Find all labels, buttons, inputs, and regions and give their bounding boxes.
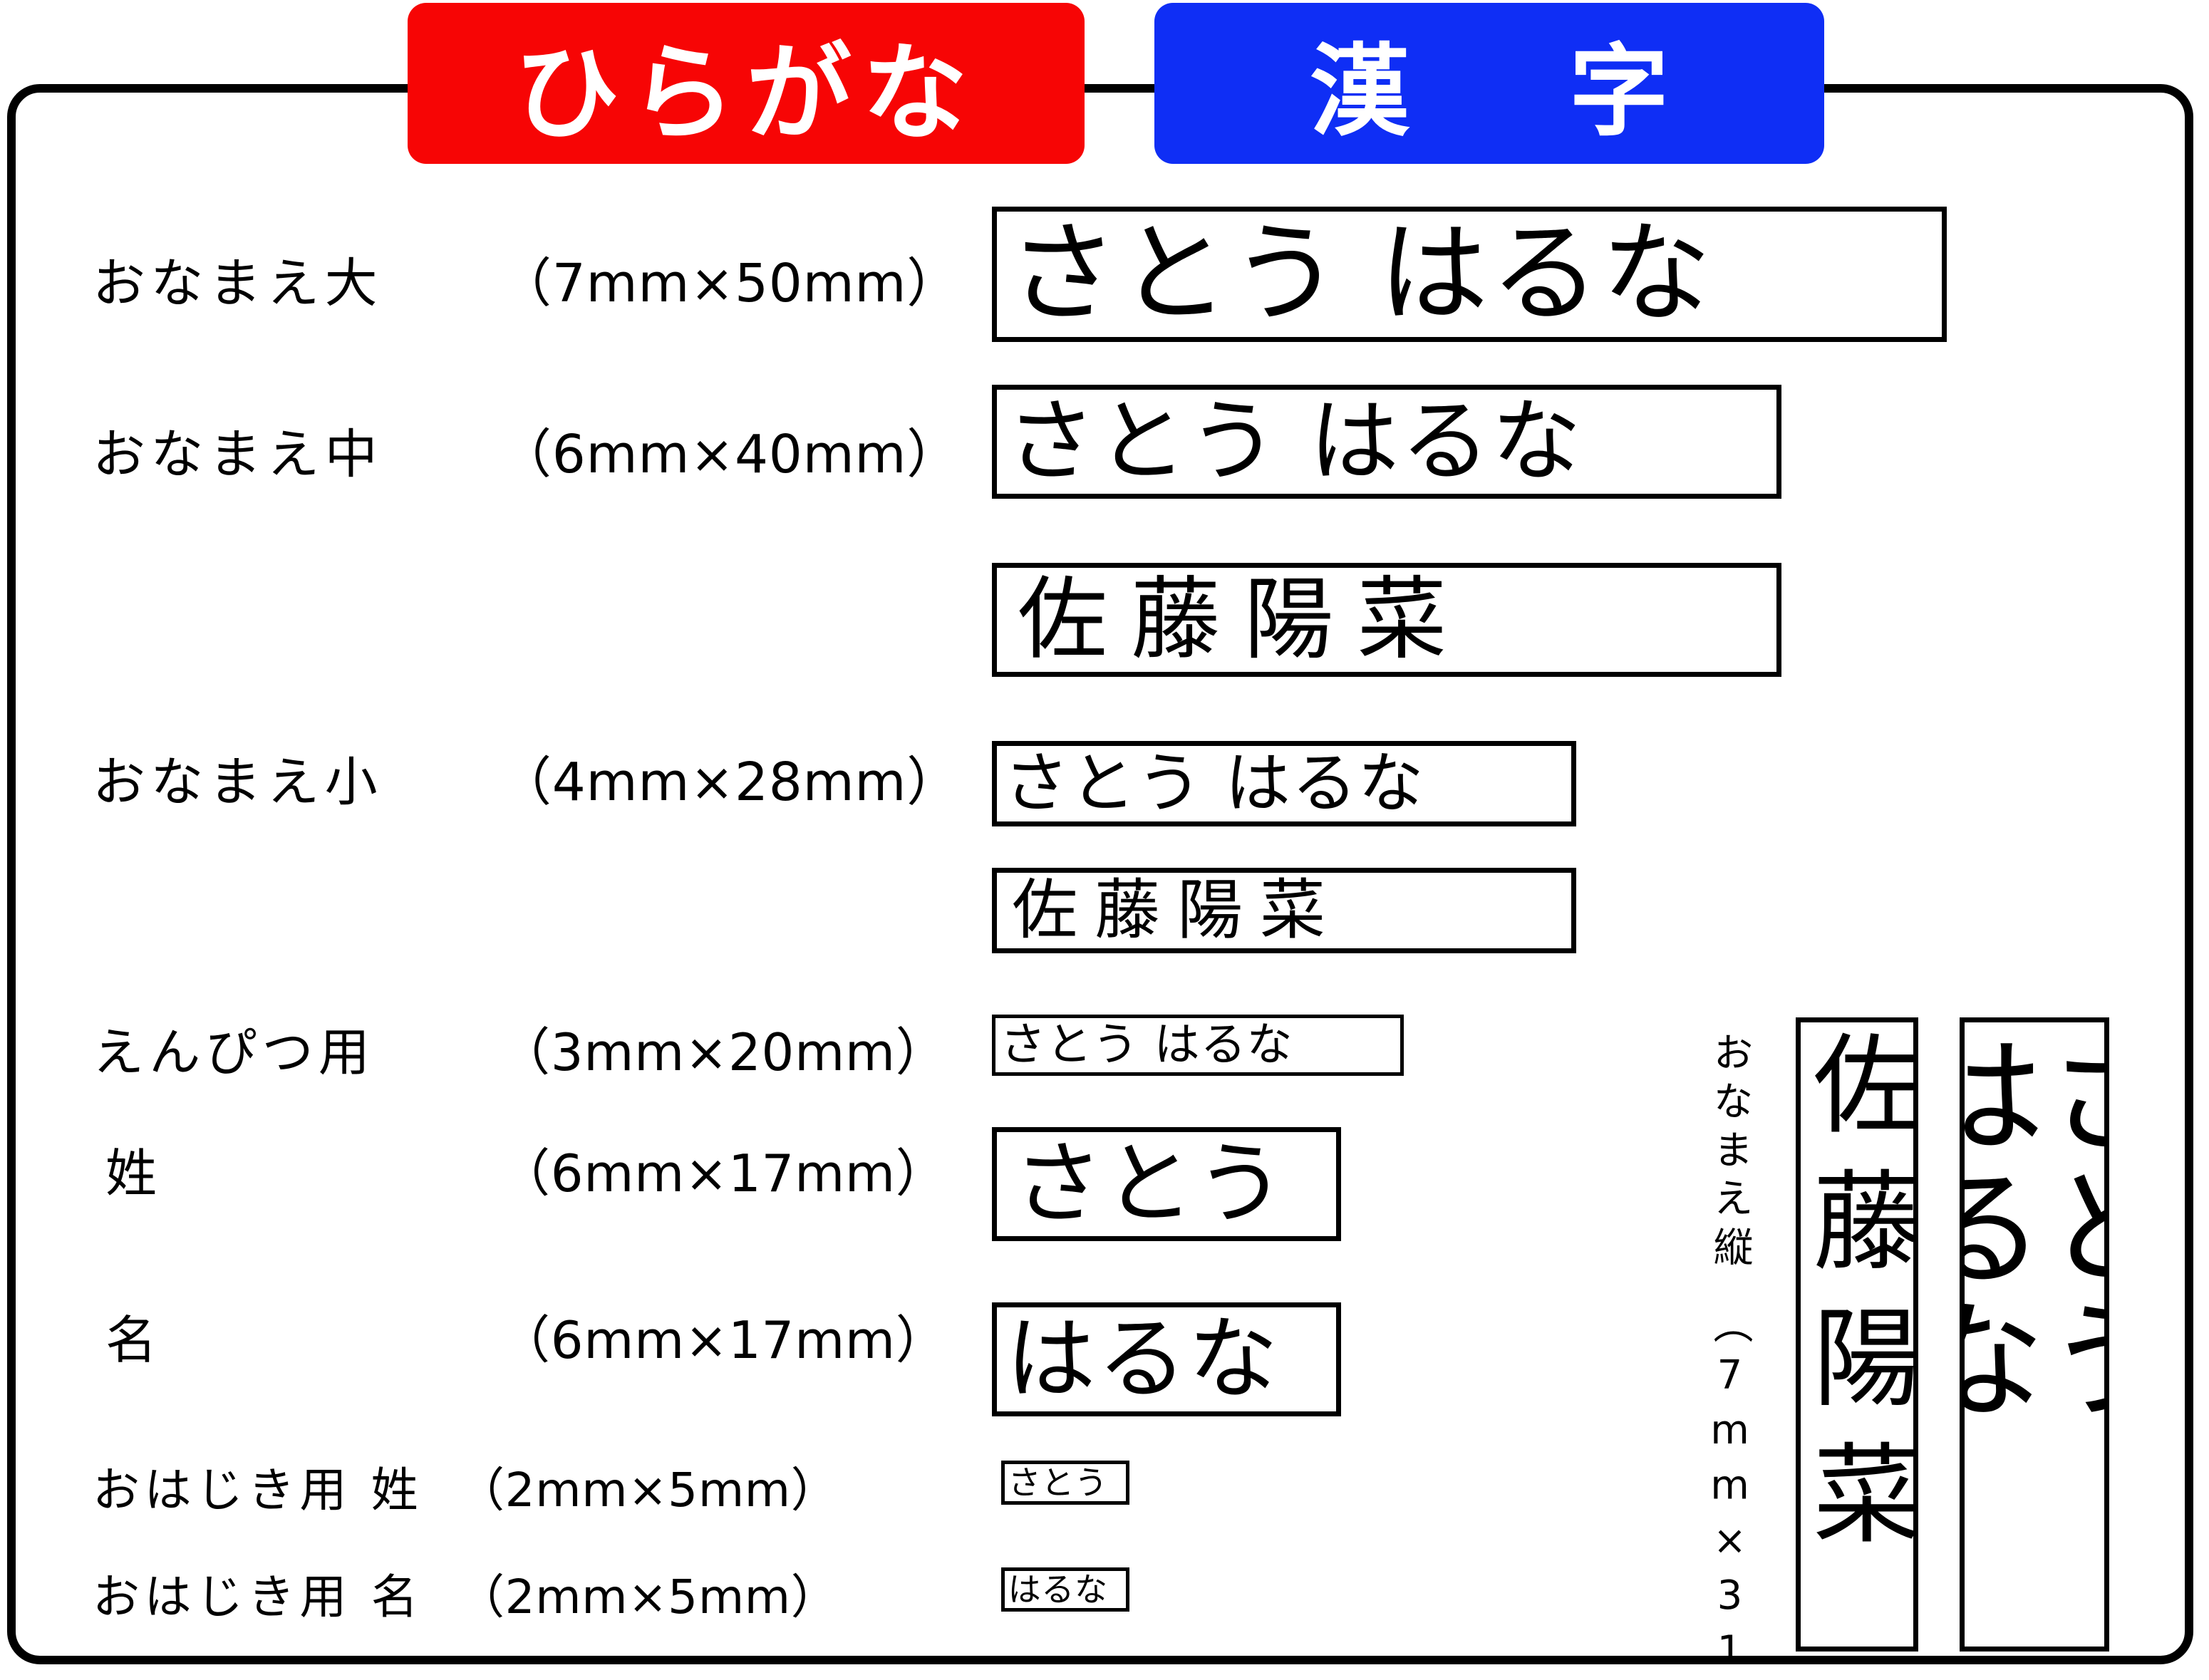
tab-hiragana-label: ひらがな [514,34,978,152]
tab-hiragana[interactable]: ひらがな [408,3,1085,164]
sample-box-onamae-sho-kanji: 佐藤陽菜 [992,868,1576,953]
row-label-onamae-dai-name: おなまえ大 [93,253,383,314]
vertical-caption-dimension: （7mm×31mm） [1707,1303,1753,1680]
row-label-enpitsu-yo-name: えんぴつ用 [93,1022,376,1082]
row-label-onamae-sho-name: おなまえ小 [93,752,383,813]
sample-text-vertical-hiragana: さとう はるな [1960,1028,2109,1425]
sample-box-vertical-kanji: 佐藤陽菜 [1796,1017,1918,1652]
sample-box-onamae-sho-hiragana: さとう はるな [992,741,1576,826]
sample-box-onamae-dai-hiragana: さとう はるな [992,207,1947,342]
sample-box-vertical-hiragana: さとう はるな [1960,1017,2109,1652]
sample-text-sei-hiragana: さとう [1013,1131,1287,1236]
sample-text-ohajiki-mei-hiragana: はるな [1008,1570,1108,1609]
row-label-ohajiki-yo-sei-name: おはじき用 姓 [93,1463,423,1518]
row-label-onamae-chu-dimension: （6mm×40mm） [499,424,960,485]
row-label-ohajiki-yo-mei-dimension: （2mm×5mm） [457,1570,839,1624]
sample-box-sei-hiragana: さとう [992,1127,1341,1241]
row-label-mei-name: 名 [105,1310,162,1370]
vertical-caption: おなまえ縦 （7mm×31mm） [1666,1032,1759,1680]
sample-text-enpitsu-hiragana: さとう はるな [1000,1019,1293,1072]
row-label-mei-dimension: （6mm×17mm） [499,1310,948,1370]
vertical-caption-name: おなまえ縦 [1707,1032,1753,1275]
row-label-enpitsu-yo-dimension: （3mm×20mm） [499,1022,948,1082]
sample-box-onamae-chu-hiragana: さとう はるな [992,385,1781,499]
row-label-ohajiki-yo-mei: おはじき用 名 （2mm×5mm） [93,1559,838,1627]
row-label-ohajiki-yo-mei-name: おはじき用 名 [93,1570,423,1624]
row-label-onamae-dai: おなまえ大 （7mm×50mm） [93,241,960,317]
sample-text-onamae-dai-hiragana: さとう はるな [1008,210,1713,338]
product-sample-sheet: ひらがな 漢 字 おなまえ大 （7mm×50mm） おなまえ中 （6mm×40m… [0,0,2209,1680]
row-label-onamae-dai-dimension: （7mm×50mm） [499,253,960,314]
row-label-mei: 名 （6mm×17mm） [105,1298,948,1373]
sample-text-onamae-chu-hiragana: さとう はるな [1005,389,1583,494]
row-label-sei-name: 姓 [105,1144,162,1203]
sample-text-onamae-chu-kanji: 佐藤陽菜 [1017,567,1471,672]
sample-box-ohajiki-mei-hiragana: はるな [1001,1567,1129,1612]
sample-text-onamae-sho-hiragana: さとう はるな [1003,745,1425,821]
sample-text-mei-hiragana: はるな [1005,1307,1280,1411]
row-label-ohajiki-yo-sei: おはじき用 姓 （2mm×5mm） [93,1452,838,1520]
row-label-sei-dimension: （6mm×17mm） [499,1144,948,1203]
row-label-onamae-sho: おなまえ小 （4mm×28mm） [93,740,960,816]
row-label-ohajiki-yo-sei-dimension: （2mm×5mm） [457,1463,839,1518]
row-label-onamae-sho-dimension: （4mm×28mm） [499,752,960,813]
tab-kanji-label: 漢 字 [1309,36,1699,147]
sample-box-ohajiki-sei-hiragana: さとう [1001,1461,1129,1505]
sample-text-onamae-sho-kanji: 佐藤陽菜 [1012,872,1343,948]
sample-box-mei-hiragana: はるな [992,1302,1341,1416]
sample-text-vertical-kanji: 佐藤陽菜 [1796,1028,1918,1575]
row-label-onamae-chu: おなまえ中 （6mm×40mm） [93,412,960,488]
sample-box-enpitsu-hiragana: さとう はるな [992,1015,1404,1076]
tab-kanji[interactable]: 漢 字 [1154,3,1824,164]
sample-box-onamae-chu-kanji: 佐藤陽菜 [992,563,1781,677]
row-label-onamae-chu-name: おなまえ中 [93,424,383,485]
sample-text-ohajiki-sei-hiragana: さとう [1008,1463,1108,1502]
row-label-enpitsu-yo: えんぴつ用 （3mm×20mm） [93,1010,948,1085]
row-label-sei: 姓 （6mm×17mm） [105,1131,948,1206]
